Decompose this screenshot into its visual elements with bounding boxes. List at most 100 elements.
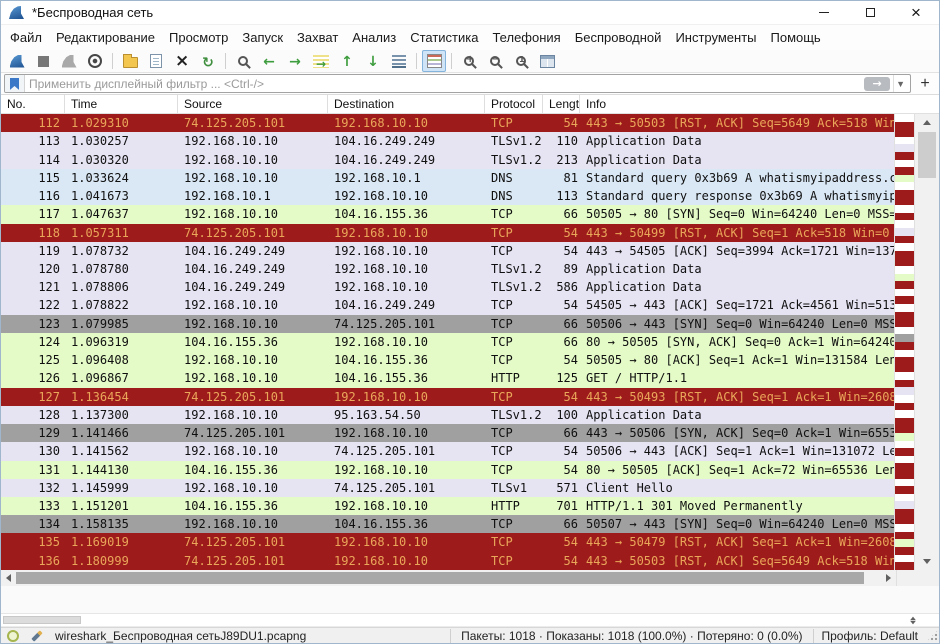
- toolbar-separator: [112, 53, 113, 69]
- column-header-info[interactable]: Info: [580, 95, 940, 113]
- packet-minimap[interactable]: [894, 114, 914, 570]
- vertical-scroll-thumb[interactable]: [918, 132, 936, 178]
- packet-row[interactable]: 1191.078732104.16.249.249192.168.10.10TC…: [1, 242, 894, 260]
- filter-dropdown-button[interactable]: ▼: [893, 75, 910, 92]
- scroll-left-button[interactable]: [1, 570, 16, 586]
- cell-info: Application Data: [580, 260, 894, 278]
- auto-scroll-button[interactable]: [387, 50, 411, 72]
- filter-bookmark-button[interactable]: [5, 75, 25, 92]
- capture-comment-icon[interactable]: [31, 630, 42, 641]
- menu-file[interactable]: Файл: [3, 26, 49, 49]
- menu-capture[interactable]: Захват: [290, 26, 345, 49]
- restart-capture-button[interactable]: [57, 50, 81, 72]
- find-packet-button[interactable]: [231, 50, 255, 72]
- go-last-button[interactable]: [361, 50, 385, 72]
- cell-protocol: TCP: [485, 224, 543, 242]
- zoom-original-button[interactable]: [509, 50, 533, 72]
- save-file-button[interactable]: [144, 50, 168, 72]
- horizontal-scrollbar[interactable]: [1, 570, 896, 586]
- cell-destination: 104.16.155.36: [328, 369, 485, 387]
- menu-help[interactable]: Помощь: [764, 26, 828, 49]
- reload-file-button[interactable]: [196, 50, 220, 72]
- resize-columns-button[interactable]: [535, 50, 559, 72]
- packet-row[interactable]: 1361.18099974.125.205.101192.168.10.10TC…: [1, 552, 894, 570]
- profile-label[interactable]: Профиль: Default: [813, 629, 927, 643]
- zoom-in-button[interactable]: [457, 50, 481, 72]
- minimap-stripe: [895, 289, 914, 297]
- close-file-button[interactable]: [170, 50, 194, 72]
- minimap-stripe: [895, 456, 914, 464]
- packet-row[interactable]: 1241.096319104.16.155.36192.168.10.10TCP…: [1, 333, 894, 351]
- packet-row[interactable]: 1341.158135192.168.10.10104.16.155.36TCP…: [1, 515, 894, 533]
- packet-row[interactable]: 1251.096408192.168.10.10104.16.155.36TCP…: [1, 351, 894, 369]
- zoom-out-icon: [490, 56, 500, 66]
- scroll-up-button[interactable]: [915, 114, 939, 130]
- packet-row[interactable]: 1171.047637192.168.10.10104.16.155.36TCP…: [1, 205, 894, 223]
- cell-destination: 192.168.10.10: [328, 552, 485, 570]
- packet-row[interactable]: 1331.151201104.16.155.36192.168.10.10HTT…: [1, 497, 894, 515]
- capture-options-button[interactable]: [83, 50, 107, 72]
- packet-row[interactable]: 1141.030320192.168.10.10104.16.249.249TL…: [1, 151, 894, 169]
- apply-filter-button[interactable]: [864, 77, 890, 91]
- mini-scroll-thumb[interactable]: [3, 616, 81, 624]
- packet-row[interactable]: 1211.078806104.16.249.249192.168.10.10TL…: [1, 278, 894, 296]
- start-capture-button[interactable]: [5, 50, 29, 72]
- menu-statistics[interactable]: Статистика: [403, 26, 485, 49]
- resize-grip[interactable]: [926, 629, 939, 642]
- menu-edit[interactable]: Редактирование: [49, 26, 162, 49]
- minimize-button[interactable]: [801, 1, 847, 24]
- colorize-packets-button[interactable]: [422, 50, 446, 72]
- menu-view[interactable]: Просмотр: [162, 26, 235, 49]
- packet-row[interactable]: 1221.078822192.168.10.10104.16.249.249TC…: [1, 296, 894, 314]
- packet-row[interactable]: 1121.02931074.125.205.101192.168.10.10TC…: [1, 114, 894, 132]
- display-filter-input[interactable]: [25, 77, 864, 91]
- menu-go[interactable]: Запуск: [235, 26, 290, 49]
- column-header-destination[interactable]: Destination: [328, 95, 485, 113]
- cell-protocol: TLSv1.2: [485, 132, 543, 150]
- packet-row[interactable]: 1161.041673192.168.10.1192.168.10.10DNS1…: [1, 187, 894, 205]
- cell-protocol: TLSv1: [485, 479, 543, 497]
- menu-analyze[interactable]: Анализ: [345, 26, 403, 49]
- go-to-packet-button[interactable]: [309, 50, 333, 72]
- scroll-right-button[interactable]: [881, 570, 896, 586]
- menu-tools[interactable]: Инструменты: [668, 26, 763, 49]
- packet-row[interactable]: 1261.096867192.168.10.10104.16.155.36HTT…: [1, 369, 894, 387]
- cell-protocol: TLSv1.2: [485, 278, 543, 296]
- column-header-source[interactable]: Source: [178, 95, 328, 113]
- go-back-button[interactable]: [257, 50, 281, 72]
- column-header-length[interactable]: Length: [543, 95, 580, 113]
- packet-row[interactable]: 1281.137300192.168.10.1095.163.54.50TLSv…: [1, 406, 894, 424]
- packet-row[interactable]: 1201.078780104.16.249.249192.168.10.10TL…: [1, 260, 894, 278]
- packet-row[interactable]: 1131.030257192.168.10.10104.16.249.249TL…: [1, 132, 894, 150]
- expert-info-icon[interactable]: [7, 630, 19, 642]
- menu-telephony[interactable]: Телефония: [485, 26, 567, 49]
- column-header-protocol[interactable]: Protocol: [485, 95, 543, 113]
- packet-row[interactable]: 1231.079985192.168.10.1074.125.205.101TC…: [1, 315, 894, 333]
- add-filter-button[interactable]: +: [914, 74, 936, 93]
- column-header-no[interactable]: No.: [1, 95, 65, 113]
- packet-row[interactable]: 1301.141562192.168.10.1074.125.205.101TC…: [1, 442, 894, 460]
- go-first-icon: [339, 53, 355, 69]
- detail-pane-collapsed: [1, 586, 939, 615]
- packet-row[interactable]: 1311.144130104.16.155.36192.168.10.10TCP…: [1, 461, 894, 479]
- packet-row[interactable]: 1271.13645474.125.205.101192.168.10.10TC…: [1, 388, 894, 406]
- stop-capture-button[interactable]: [31, 50, 55, 72]
- packet-row[interactable]: 1291.14146674.125.205.101192.168.10.10TC…: [1, 424, 894, 442]
- packet-row[interactable]: 1321.145999192.168.10.1074.125.205.101TL…: [1, 479, 894, 497]
- menu-wireless[interactable]: Беспроводной: [568, 26, 669, 49]
- packet-row[interactable]: 1351.16901974.125.205.101192.168.10.10TC…: [1, 533, 894, 551]
- go-first-button[interactable]: [335, 50, 359, 72]
- horizontal-scroll-thumb[interactable]: [16, 572, 864, 584]
- go-forward-button[interactable]: [283, 50, 307, 72]
- mini-scroll-arrows[interactable]: [910, 617, 916, 625]
- open-file-button[interactable]: [118, 50, 142, 72]
- maximize-button[interactable]: [847, 1, 893, 24]
- close-button[interactable]: ×: [893, 1, 939, 24]
- packet-row[interactable]: 1151.033624192.168.10.10192.168.10.1DNS8…: [1, 169, 894, 187]
- scroll-down-button[interactable]: [915, 554, 939, 570]
- vertical-scrollbar[interactable]: [914, 114, 939, 570]
- cell-time: 1.136454: [65, 388, 178, 406]
- column-header-time[interactable]: Time: [65, 95, 178, 113]
- packet-row[interactable]: 1181.05731174.125.205.101192.168.10.10TC…: [1, 224, 894, 242]
- zoom-out-button[interactable]: [483, 50, 507, 72]
